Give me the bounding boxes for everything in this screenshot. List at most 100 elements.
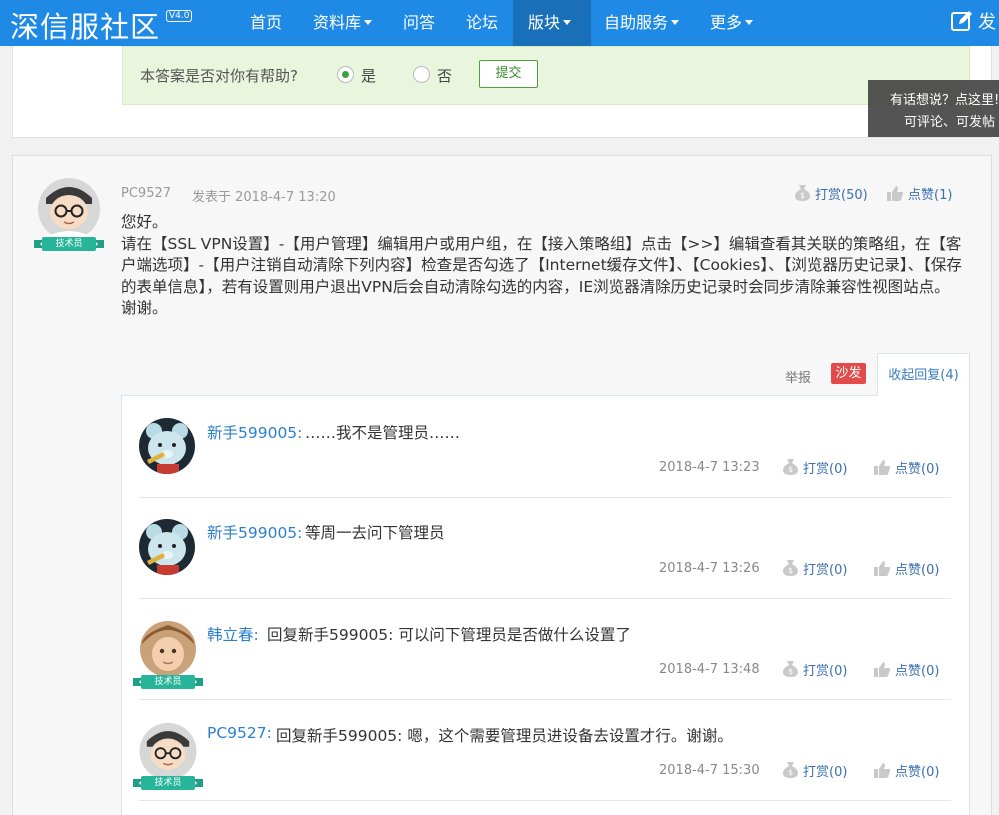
reply-divider <box>139 497 951 498</box>
nav-sections[interactable]: 版块 <box>513 0 591 46</box>
chevron-down-icon <box>745 20 754 25</box>
reply-username[interactable]: 新手599005: <box>207 521 302 543</box>
reply-tip-label: 打赏(0) <box>803 765 848 780</box>
new-post-label: 发 <box>978 12 996 33</box>
comment-tip-line1: 有话想说？点这里! <box>890 93 999 108</box>
reply-text: 回复新手599005: 嗯，这个需要管理员进设备去设置才行。谢谢。 <box>276 727 733 745</box>
helpful-yes-radio[interactable] <box>337 66 354 83</box>
reply-text: 等周一去问下管理员 <box>305 524 445 542</box>
nav-qa-label: 问答 <box>403 13 436 32</box>
reply-like-button[interactable]: 点赞(0) <box>873 559 939 578</box>
report-link[interactable]: 举报 <box>785 367 811 386</box>
answer-closing: 谢谢。 <box>121 299 168 317</box>
nav-home-label: 首页 <box>250 13 283 32</box>
reply-like-label: 点赞(0) <box>895 765 940 780</box>
helpful-no-label[interactable]: 否 <box>437 65 452 86</box>
helpful-question: 本答案是否对你有帮助? <box>140 67 298 85</box>
tip-button[interactable]: $ 打赏(50) <box>794 184 868 203</box>
like-button[interactable]: 点赞(1) <box>886 184 952 203</box>
answer-content: 请在【SSL VPN设置】-【用户管理】编辑用户或用户组，在【接入策略组】点击【… <box>121 234 962 296</box>
reply-like-button[interactable]: 点赞(0) <box>873 458 939 477</box>
nav-library-label: 资料库 <box>313 13 362 32</box>
reply-timestamp: 2018-4-7 15:30 <box>659 763 760 778</box>
reply-like-button[interactable]: 点赞(0) <box>873 761 939 780</box>
reply-like-label: 点赞(0) <box>895 563 940 578</box>
reply-timestamp: 2018-4-7 13:48 <box>659 662 760 677</box>
nav-more-label: 更多 <box>710 13 743 32</box>
tech-badge-label: 技术员 <box>154 778 182 788</box>
reply-tip-button[interactable]: $ 打赏(0) <box>782 559 847 578</box>
thumbs-up-icon <box>887 186 904 201</box>
thumbs-up-icon <box>874 561 891 576</box>
new-post-button[interactable]: 发 <box>950 0 996 46</box>
svg-text:$: $ <box>788 465 793 474</box>
reply-tip-button[interactable]: $ 打赏(0) <box>782 761 847 780</box>
reply-timestamp: 2018-4-7 13:23 <box>659 460 760 475</box>
edit-icon <box>951 11 972 31</box>
answer-username[interactable]: PC9527 <box>121 186 171 201</box>
nav-self-service[interactable]: 自助服务 <box>604 0 680 46</box>
version-badge: V4.0 <box>166 10 193 22</box>
like-label: 点赞(1) <box>908 188 953 203</box>
nav-forum[interactable]: 论坛 <box>466 0 498 46</box>
nav-qa[interactable]: 问答 <box>403 0 435 46</box>
tech-badge-label: 技术员 <box>55 239 83 249</box>
top-nav: 深信服社区 V4.0 首页 资料库 问答 论坛 版块 自助服务 更多 发 <box>0 0 999 46</box>
svg-text:$: $ <box>788 566 793 575</box>
reply-text: ……我不是管理员…… <box>305 424 461 442</box>
answer-timestamp: 发表于 2018-4-7 13:20 <box>192 190 336 205</box>
helpful-box: 本答案是否对你有帮助? 是 否 提交 <box>122 46 970 105</box>
nav-forum-label: 论坛 <box>466 13 499 32</box>
answer-avatar[interactable]: 技术员 <box>34 176 104 252</box>
reply-timestamp: 2018-4-7 13:26 <box>659 561 760 576</box>
reply-tip-label: 打赏(0) <box>803 664 848 679</box>
svg-text:$: $ <box>788 768 793 777</box>
helpful-no-radio[interactable] <box>413 66 430 83</box>
comment-tip-box[interactable]: 有话想说？点这里! 可评论、可发帖 <box>868 80 999 137</box>
reply-avatar[interactable]: 技术员 <box>132 721 204 791</box>
money-bag-icon: $ <box>783 762 798 778</box>
comment-tip-line2: 可评论、可发帖 <box>904 115 996 130</box>
reply-tip-label: 打赏(0) <box>803 462 848 477</box>
reply-username[interactable]: PC9527: <box>207 724 272 742</box>
reply-like-button[interactable]: 点赞(0) <box>873 660 939 679</box>
reply-divider <box>139 598 951 599</box>
helpful-yes-label[interactable]: 是 <box>361 65 376 86</box>
reply-like-label: 点赞(0) <box>895 664 940 679</box>
reply-username[interactable]: 新手599005: <box>207 421 302 443</box>
teddy-bear-avatar-icon <box>139 519 195 575</box>
nav-sections-label: 版块 <box>528 13 561 32</box>
reply-divider <box>139 699 951 700</box>
teddy-bear-avatar-icon <box>139 418 195 474</box>
money-bag-icon: $ <box>783 560 798 576</box>
money-bag-icon: $ <box>795 185 810 201</box>
reply-username[interactable]: 韩立春: <box>207 623 259 645</box>
tip-label: 打赏(50) <box>815 188 868 203</box>
thumbs-up-icon <box>874 763 891 778</box>
chevron-down-icon <box>671 20 680 25</box>
reply-avatar[interactable] <box>139 418 195 474</box>
reply-tip-label: 打赏(0) <box>803 563 848 578</box>
money-bag-icon: $ <box>783 459 798 475</box>
reply-avatar[interactable]: 技术员 <box>132 620 204 690</box>
nav-self-service-label: 自助服务 <box>604 13 669 32</box>
svg-text:$: $ <box>800 191 805 200</box>
thumbs-up-icon <box>874 662 891 677</box>
nav-more[interactable]: 更多 <box>710 0 754 46</box>
reply-avatar[interactable] <box>139 519 195 575</box>
reply-tip-button[interactable]: $ 打赏(0) <box>782 660 847 679</box>
chevron-down-icon <box>563 20 572 25</box>
nav-library[interactable]: 资料库 <box>313 0 373 46</box>
nav-home[interactable]: 首页 <box>250 0 282 46</box>
reply-tip-button[interactable]: $ 打赏(0) <box>782 458 847 477</box>
tech-badge-label: 技术员 <box>154 677 182 687</box>
reply-divider <box>139 800 951 801</box>
reply-like-label: 点赞(0) <box>895 462 940 477</box>
money-bag-icon: $ <box>783 661 798 677</box>
sofa-badge: 沙发 <box>831 363 866 384</box>
collapse-replies-tab[interactable]: 收起回复(4) <box>877 353 970 396</box>
site-logo[interactable]: 深信服社区 <box>10 4 160 46</box>
reply-text: 回复新手599005: 可以问下管理员是否做什么设置了 <box>267 626 631 644</box>
chevron-down-icon <box>364 20 373 25</box>
helpful-submit-button[interactable]: 提交 <box>479 60 538 88</box>
